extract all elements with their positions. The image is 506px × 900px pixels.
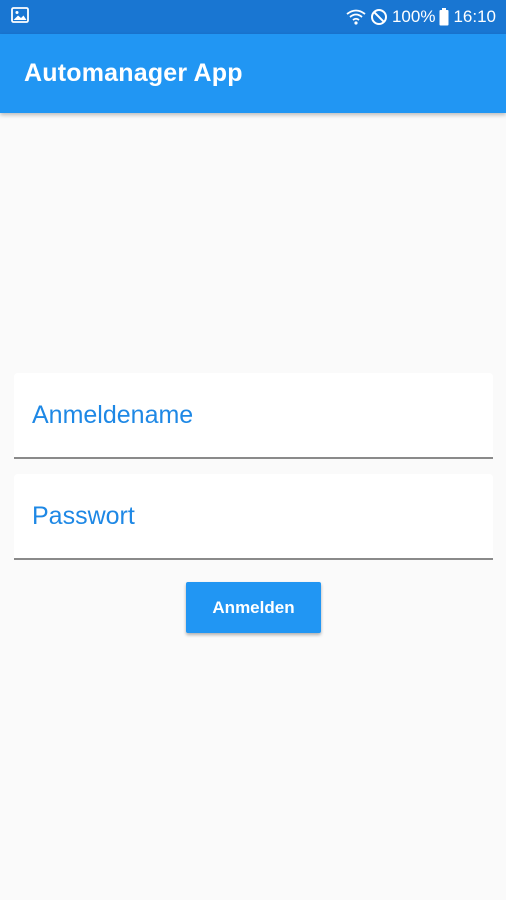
battery-percent: 100% (391, 7, 436, 26)
login-button[interactable]: Anmelden (186, 582, 321, 633)
status-left (11, 6, 29, 28)
clock: 16:10 (453, 7, 496, 26)
username-field[interactable] (14, 373, 493, 459)
status-right: 100% 16:10 (346, 7, 496, 27)
status-bar: 100% 16:10 (0, 0, 506, 34)
app-title: Automanager App (24, 59, 243, 87)
app-bar: Automanager App (0, 34, 506, 113)
do-not-disturb-icon (370, 8, 388, 26)
username-input[interactable] (32, 373, 493, 457)
password-input[interactable] (32, 474, 493, 558)
image-icon (11, 6, 29, 28)
battery-icon (439, 8, 449, 26)
wifi-icon (346, 9, 366, 25)
password-field[interactable] (14, 474, 493, 560)
